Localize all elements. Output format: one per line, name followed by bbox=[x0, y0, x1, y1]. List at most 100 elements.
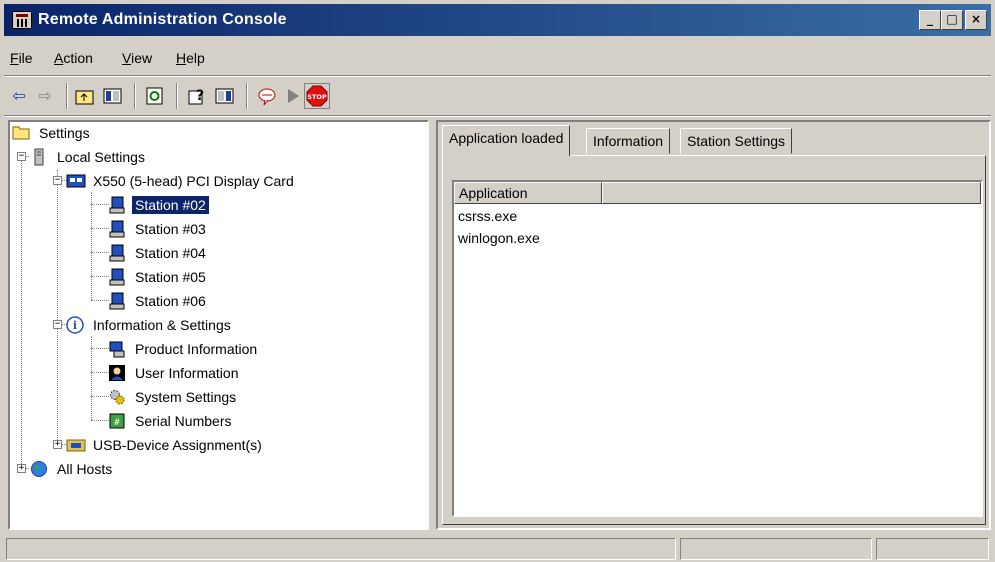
tree-connector bbox=[57, 170, 58, 444]
tree-item-all-hosts[interactable]: All Hosts bbox=[30, 458, 115, 480]
tree-item-info-settings[interactable]: i Information & Settings bbox=[66, 314, 234, 336]
status-pane-main bbox=[6, 538, 676, 560]
tree-item-settings[interactable]: Settings bbox=[12, 122, 93, 144]
tree-connector bbox=[91, 300, 109, 301]
tree-item-station[interactable]: Station #05 bbox=[108, 266, 209, 288]
menu-file[interactable]: File bbox=[10, 50, 33, 66]
up-folder-icon[interactable] bbox=[72, 83, 98, 109]
tree-item-label: Information & Settings bbox=[93, 317, 231, 333]
tree-item-label: Station #03 bbox=[135, 221, 206, 237]
globe-icon bbox=[30, 460, 48, 478]
tree-item-local-settings[interactable]: Local Settings bbox=[30, 146, 148, 168]
menu-help[interactable]: Help bbox=[176, 50, 205, 66]
tree-connector bbox=[21, 156, 22, 468]
tree-item-label: Product Information bbox=[135, 341, 258, 357]
expand-toggle[interactable]: + bbox=[17, 464, 26, 473]
list-item[interactable]: csrss.exe bbox=[458, 206, 517, 227]
close-button[interactable]: × bbox=[965, 10, 987, 30]
tree-item-label: Serial Numbers bbox=[135, 413, 232, 429]
tree-panel[interactable]: − − − + + Settings Local Settings X550 (… bbox=[8, 120, 429, 530]
toolbar-separator-line bbox=[4, 115, 991, 117]
toolbar-separator bbox=[134, 83, 136, 109]
info-icon: i bbox=[66, 316, 84, 335]
station-icon bbox=[108, 268, 126, 286]
maximize-button[interactable]: □ bbox=[941, 10, 963, 30]
tree-item-product-information[interactable]: Product Information bbox=[108, 338, 260, 360]
menu-view[interactable]: View bbox=[122, 50, 152, 66]
display-card-icon bbox=[66, 172, 86, 190]
tree-connector bbox=[91, 372, 109, 373]
station-icon bbox=[108, 196, 126, 214]
help-icon[interactable]: ? bbox=[184, 83, 210, 109]
tree-item-system-settings[interactable]: System Settings bbox=[108, 386, 239, 408]
expand-toggle[interactable]: − bbox=[17, 152, 26, 161]
tab-application-loaded[interactable]: Application loaded bbox=[442, 125, 571, 156]
folder-icon bbox=[12, 124, 30, 142]
user-icon bbox=[108, 364, 126, 382]
toolbar-separator bbox=[246, 83, 248, 109]
status-pane-2 bbox=[680, 538, 872, 560]
svg-text:i: i bbox=[73, 319, 77, 332]
window-title: Remote Administration Console bbox=[38, 11, 287, 28]
details-panel: Application loaded Information Station S… bbox=[436, 120, 991, 530]
status-bar bbox=[4, 538, 991, 560]
column-header-empty[interactable] bbox=[602, 182, 981, 204]
forward-icon[interactable]: ⇨ bbox=[32, 83, 58, 109]
back-icon[interactable]: ⇦ bbox=[6, 83, 32, 109]
usb-icon bbox=[66, 436, 86, 454]
expand-toggle[interactable]: − bbox=[53, 320, 62, 329]
tree-connector bbox=[91, 396, 109, 397]
stop-icon[interactable]: STOP bbox=[304, 83, 330, 109]
tree-item-user-information[interactable]: User Information bbox=[108, 362, 241, 384]
play-icon[interactable] bbox=[280, 83, 306, 109]
status-pane-3 bbox=[876, 538, 989, 560]
menu-action[interactable]: Action bbox=[54, 50, 93, 66]
tab-information[interactable]: Information bbox=[586, 128, 671, 154]
tree-item-label: System Settings bbox=[135, 389, 237, 405]
tree-connector bbox=[91, 348, 109, 349]
tree-item-label: X550 (5-head) PCI Display Card bbox=[93, 173, 294, 189]
tree-connector bbox=[91, 420, 109, 421]
refresh-icon[interactable] bbox=[142, 83, 168, 109]
tree-item-usb-assignment[interactable]: USB-Device Assignment(s) bbox=[66, 434, 265, 456]
tree-item-label: USB-Device Assignment(s) bbox=[93, 437, 262, 453]
column-header-application[interactable]: Application bbox=[454, 182, 602, 204]
tree-item-station[interactable]: Station #02 bbox=[108, 194, 210, 216]
tree-item-label: Station #04 bbox=[135, 245, 206, 261]
toolbar-separator bbox=[176, 83, 178, 109]
tree-item-station[interactable]: Station #06 bbox=[108, 290, 209, 312]
serial-numbers-icon: # bbox=[108, 412, 126, 430]
tree-connector bbox=[91, 276, 109, 277]
svg-text:STOP: STOP bbox=[307, 93, 327, 101]
app-icon[interactable] bbox=[12, 11, 32, 29]
tree-connector bbox=[91, 228, 109, 229]
tab-station-settings[interactable]: Station Settings bbox=[680, 128, 793, 154]
tree-item-display-card[interactable]: X550 (5-head) PCI Display Card bbox=[66, 170, 297, 192]
svg-text:#: # bbox=[114, 418, 120, 428]
tree-item-label: Settings bbox=[39, 125, 90, 141]
message-icon[interactable] bbox=[254, 83, 280, 109]
tree-connector bbox=[91, 204, 109, 205]
expand-toggle[interactable]: − bbox=[53, 176, 62, 185]
minimize-button[interactable]: _ bbox=[919, 10, 941, 30]
tree-item-serial-numbers[interactable]: # Serial Numbers bbox=[108, 410, 234, 432]
expand-toggle[interactable]: + bbox=[53, 440, 62, 449]
tree-connector bbox=[91, 252, 109, 253]
product-info-icon bbox=[108, 340, 126, 358]
list-item[interactable]: winlogon.exe bbox=[458, 228, 540, 249]
station-icon bbox=[108, 220, 126, 238]
tree-item-label: All Hosts bbox=[57, 461, 113, 477]
menu-separator bbox=[4, 75, 991, 77]
gears-icon bbox=[108, 388, 126, 406]
view-icon[interactable] bbox=[212, 83, 238, 109]
svg-text:?: ? bbox=[196, 88, 204, 104]
station-icon bbox=[108, 292, 126, 310]
toolbar: ⇦ ⇨ ? STOP bbox=[4, 78, 991, 114]
station-icon bbox=[108, 244, 126, 262]
show-hide-tree-icon[interactable] bbox=[100, 83, 126, 109]
tree-item-station[interactable]: Station #03 bbox=[108, 218, 209, 240]
tree-item-station[interactable]: Station #04 bbox=[108, 242, 209, 264]
application-list[interactable]: Application csrss.exe winlogon.exe bbox=[452, 180, 983, 517]
title-bar[interactable]: Remote Administration Console _ □ × bbox=[4, 4, 991, 36]
tree-item-label: Station #02 bbox=[131, 195, 210, 215]
